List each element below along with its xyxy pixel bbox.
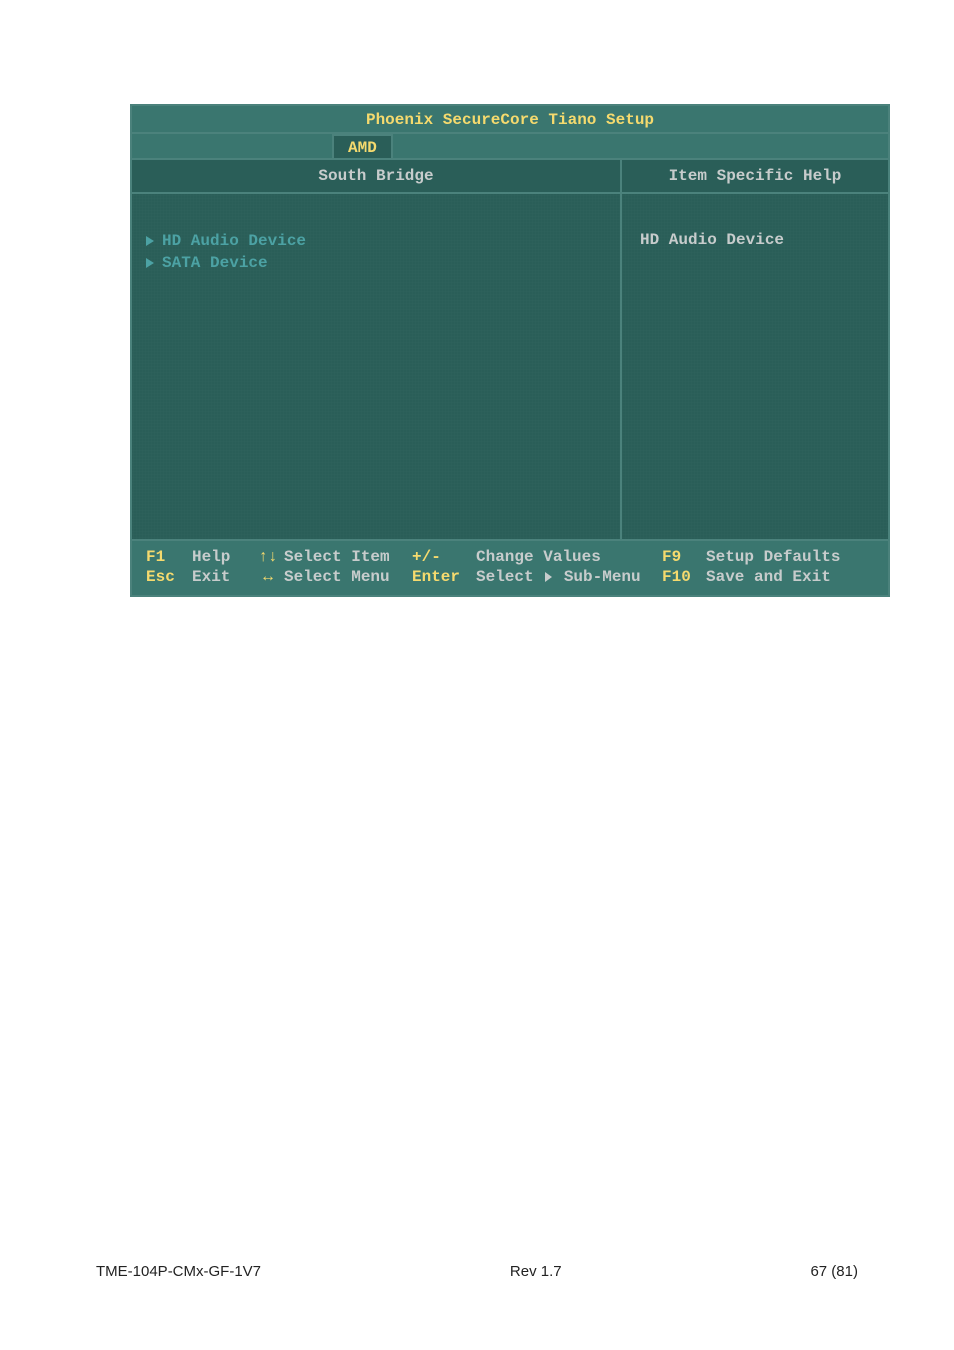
bios-title-text: Phoenix SecureCore Tiano Setup (366, 111, 654, 129)
updown-arrows-icon: ↑↓ (252, 547, 284, 567)
key-f1: F1 (146, 547, 192, 567)
action-select-submenu: Select Sub-Menu (476, 567, 662, 587)
bios-help-title: Item Specific Help (622, 160, 888, 192)
bios-subheader-row: South Bridge Item Specific Help (132, 158, 888, 194)
key-plus-minus: +/- (412, 547, 476, 567)
bios-tab-amd[interactable]: AMD (332, 134, 393, 158)
key-enter: Enter (412, 567, 476, 587)
action-select-menu: Select Menu (284, 567, 412, 587)
bios-body: South Bridge Item Specific Help HD Audio… (132, 158, 888, 595)
menu-item-label: SATA Device (162, 253, 268, 273)
key-f9: F9 (662, 547, 706, 567)
action-select-item: Select Item (284, 547, 412, 567)
leftright-arrows-icon: ↔ (252, 567, 284, 587)
submenu-triangle-icon (146, 258, 154, 268)
bios-help-text: HD Audio Device (640, 231, 784, 249)
bios-tab-row: AMD (132, 134, 888, 158)
bios-key-row-1: F1 Help ↑↓ Select Item +/- Change Values… (146, 547, 884, 567)
menu-item-sata-device[interactable]: SATA Device (146, 252, 606, 274)
key-f10: F10 (662, 567, 706, 587)
bios-key-legend: F1 Help ↑↓ Select Item +/- Change Values… (132, 539, 888, 595)
bios-menu-panel: HD Audio Device SATA Device (132, 194, 622, 539)
bios-help-panel: HD Audio Device (622, 194, 888, 539)
submenu-triangle-icon (146, 236, 154, 246)
doc-page-number: 67 (81) (810, 1263, 858, 1280)
bios-content-row: HD Audio Device SATA Device HD Audio Dev… (132, 194, 888, 539)
document-page-footer: TME-104P-CMx-GF-1V7 Rev 1.7 67 (81) (0, 1263, 954, 1280)
bios-tab-label: AMD (348, 139, 377, 157)
action-save-and-exit: Save and Exit (706, 567, 884, 587)
doc-id: TME-104P-CMx-GF-1V7 (96, 1263, 261, 1280)
bios-title-bar: Phoenix SecureCore Tiano Setup (132, 106, 888, 134)
submenu-triangle-icon (545, 572, 552, 582)
action-setup-defaults: Setup Defaults (706, 547, 884, 567)
action-change-values: Change Values (476, 547, 662, 567)
key-esc: Esc (146, 567, 192, 587)
menu-item-label: HD Audio Device (162, 231, 306, 251)
bios-key-row-2: Esc Exit ↔ Select Menu Enter Select Sub-… (146, 567, 884, 587)
doc-revision: Rev 1.7 (510, 1263, 562, 1280)
menu-item-hd-audio-device[interactable]: HD Audio Device (146, 230, 606, 252)
action-exit: Exit (192, 567, 252, 587)
bios-setup-screenshot: Phoenix SecureCore Tiano Setup AMD South… (130, 104, 890, 597)
action-help: Help (192, 547, 252, 567)
bios-section-title: South Bridge (132, 160, 622, 192)
